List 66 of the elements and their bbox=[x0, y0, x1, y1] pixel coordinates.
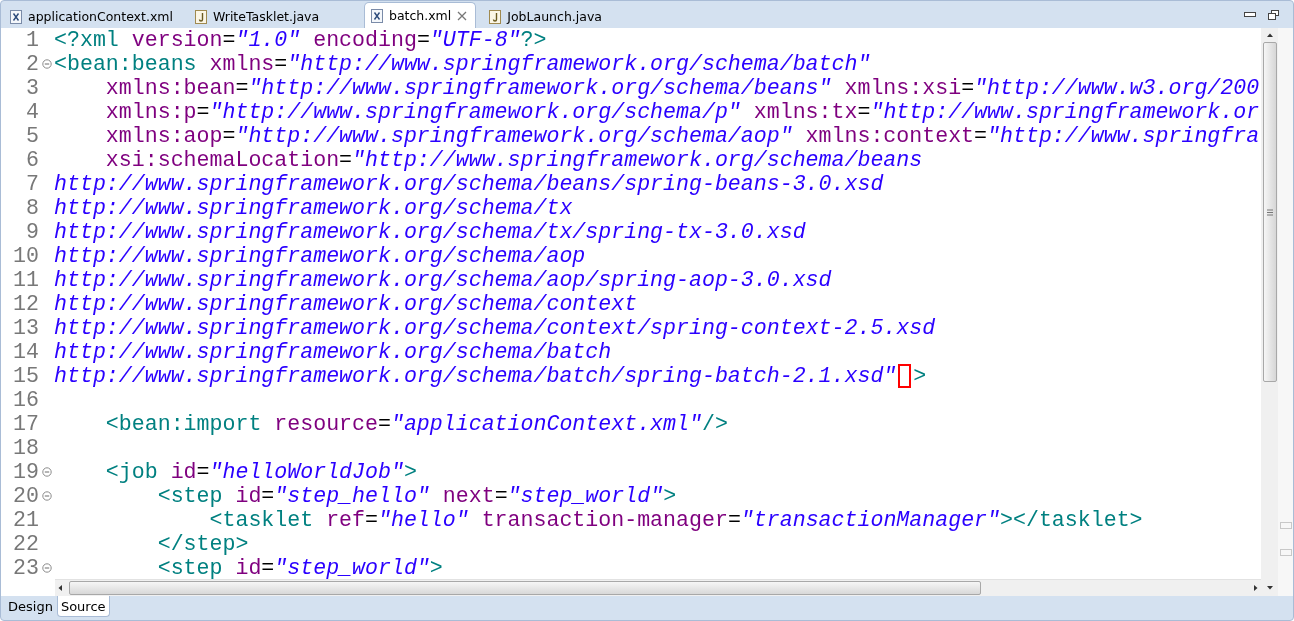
code-line: xmlns:p="http://www.springframework.org/schema/p" xmlns:tx="http://www.springframework.or bbox=[104, 100, 1260, 124]
page-tab[interactable]: Design bbox=[4, 596, 57, 617]
code-line: http://www.springframework.org/schema/batch bbox=[54, 340, 612, 364]
code-line: http://www.springframework.org/schema/batch/spring-batch-2.1.xsd" > bbox=[54, 364, 927, 388]
overview-marker[interactable] bbox=[1279, 549, 1292, 556]
code-line: <?xml version="1.0" encoding="UTF-8"?> bbox=[54, 28, 547, 52]
xml-file-icon bbox=[10, 9, 22, 24]
collapse-icon[interactable] bbox=[41, 563, 52, 573]
editor-tab[interactable]: WriteTasklet.java bbox=[187, 4, 358, 28]
code-line: xmlns:aop="http://www.springframework.org/schema/aop" xmlns:context="http://www.springfra bbox=[104, 124, 1260, 148]
java-file-icon bbox=[489, 9, 502, 24]
collapse-icon[interactable] bbox=[41, 491, 52, 501]
code-line: </step> bbox=[156, 532, 249, 556]
code-line: http://www.springframework.org/schema/aop bbox=[54, 244, 586, 268]
editor-tab[interactable]: applicationContext.xml bbox=[3, 4, 182, 28]
line-number: 10 bbox=[12, 244, 39, 268]
line-number: 15 bbox=[12, 364, 39, 388]
code-line: <job id="helloWorldJob"> bbox=[104, 460, 417, 484]
line-number: 19 bbox=[12, 460, 39, 484]
line-number: 13 bbox=[12, 316, 39, 340]
code-line: <bean:beans xmlns="http://www.springframework.org/schema/batch" bbox=[54, 52, 871, 76]
line-number: 20 bbox=[12, 484, 39, 508]
code-line: <tasklet ref="hello" transaction-manager="transactionManager"></tasklet> bbox=[208, 508, 1143, 532]
line-number: 4 bbox=[25, 100, 39, 124]
code-line: http://www.springframework.org/schema/aop/spring-aop-3.0.xsd bbox=[54, 268, 832, 292]
line-number: 9 bbox=[25, 220, 39, 244]
page-tab[interactable]: Source bbox=[56, 596, 110, 617]
xml-file-icon bbox=[370, 8, 383, 23]
line-number: 8 bbox=[25, 196, 39, 220]
vertical-scrollbar-thumb[interactable] bbox=[1262, 42, 1277, 382]
code-line: <step id="step_world"> bbox=[156, 556, 443, 579]
horizontal-scrollbar-thumb[interactable] bbox=[69, 581, 981, 595]
code-line: xsi:schemaLocation="http://www.springframework.org/schema/beans bbox=[104, 148, 923, 172]
code-line: <bean:import resource="applicationContext.xml"/> bbox=[104, 412, 728, 436]
line-number: 12 bbox=[12, 292, 39, 316]
restore-icon[interactable] bbox=[1268, 9, 1279, 20]
code-line: http://www.springframework.org/schema/context bbox=[54, 292, 638, 316]
line-number: 21 bbox=[12, 508, 39, 532]
line-number: 22 bbox=[12, 532, 39, 556]
overview-marker[interactable] bbox=[1279, 522, 1292, 529]
line-number: 16 bbox=[12, 388, 39, 412]
line-number: 11 bbox=[12, 268, 39, 292]
line-number: 2 bbox=[25, 52, 39, 76]
minimize-icon[interactable] bbox=[1244, 11, 1256, 18]
grip-icon bbox=[1266, 208, 1273, 216]
line-number: 7 bbox=[25, 172, 39, 196]
collapse-icon[interactable] bbox=[41, 59, 52, 69]
code-line: http://www.springframework.org/schema/beans/spring-beans-3.0.xsd bbox=[54, 172, 884, 196]
line-number: 23 bbox=[12, 556, 39, 579]
editor-tab[interactable]: JobLaunch.java bbox=[482, 4, 653, 28]
line-number: 18 bbox=[12, 436, 39, 460]
line-number: 6 bbox=[25, 148, 39, 172]
code-line: <step id="step_hello" next="step_world"> bbox=[156, 484, 677, 508]
code-line: http://www.springframework.org/schema/context/spring-context-2.5.xsd bbox=[54, 316, 936, 340]
line-number: 1 bbox=[25, 28, 39, 52]
line-number: 3 bbox=[25, 76, 39, 100]
collapse-icon[interactable] bbox=[41, 467, 52, 477]
close-icon[interactable] bbox=[457, 10, 468, 21]
code-line: xmlns:bean="http://www.springframework.org/schema/beans" xmlns:xsi="http://www.w3.org/200 bbox=[104, 76, 1260, 100]
line-number: 17 bbox=[12, 412, 39, 436]
java-file-icon bbox=[194, 9, 207, 24]
code-line: http://www.springframework.org/schema/tx bbox=[54, 196, 573, 220]
line-number: 14 bbox=[12, 340, 39, 364]
line-number: 5 bbox=[25, 124, 39, 148]
code-line: http://www.springframework.org/schema/tx/spring-tx-3.0.xsd bbox=[54, 220, 806, 244]
editor-tab[interactable]: batch.xml bbox=[363, 2, 477, 28]
